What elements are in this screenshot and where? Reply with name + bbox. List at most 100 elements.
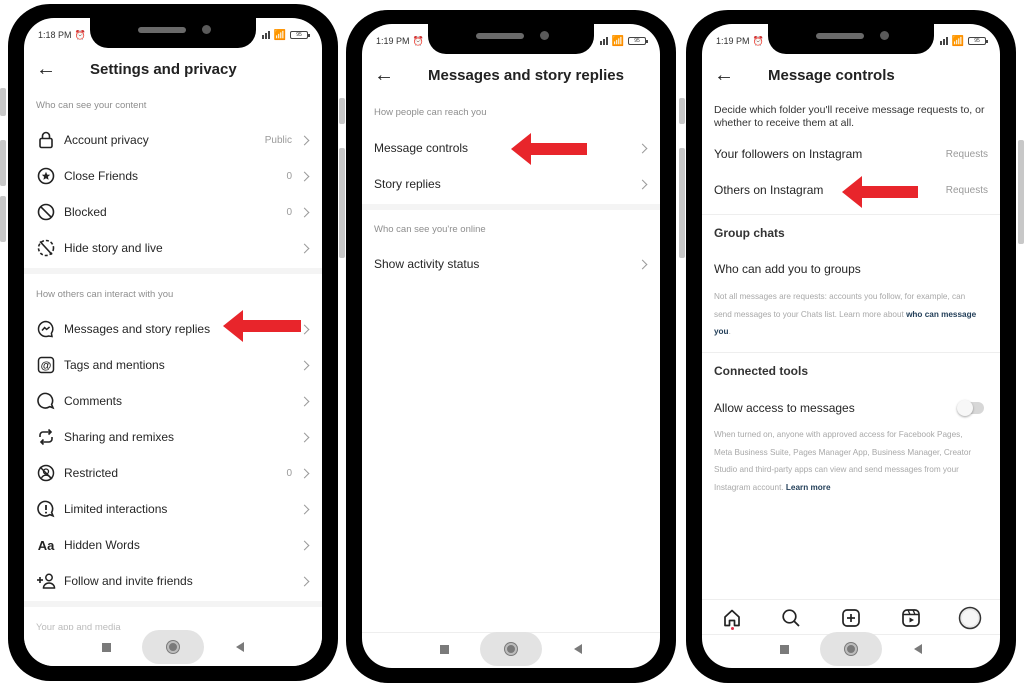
settings-item-limited-interactions[interactable]: Limited interactions — [24, 491, 322, 527]
alarm-icon: ⏰ — [752, 35, 764, 46]
page-header: ← Messages and story replies — [362, 60, 660, 90]
page-header: ← Message controls — [702, 60, 1000, 90]
blocked-icon — [36, 202, 56, 222]
back-button[interactable] — [236, 642, 244, 652]
settings-item-allow-access: Allow access to messages — [702, 390, 1000, 426]
battery-icon: 95 — [290, 31, 310, 39]
settings-item-tags-and-mentions[interactable]: @ Tags and mentions — [24, 347, 322, 383]
red-annotation-arrow — [223, 310, 301, 342]
chevron-right-icon — [299, 540, 310, 550]
signal-icon — [939, 37, 948, 45]
chevron-right-icon — [299, 171, 310, 181]
page-title: Settings and privacy — [90, 60, 237, 78]
page-header: ← Settings and privacy — [24, 54, 322, 84]
bottom-tab-bar — [702, 599, 1000, 635]
section-divider — [702, 352, 1000, 353]
connected-tools-heading: Connected tools — [714, 364, 809, 378]
group-chats-heading: Group chats — [714, 226, 785, 240]
home-button[interactable] — [167, 641, 179, 653]
back-arrow-icon[interactable]: ← — [714, 65, 734, 85]
section-divider — [362, 204, 660, 210]
recents-button[interactable] — [440, 645, 449, 654]
battery-icon: 95 — [968, 37, 988, 45]
chevron-right-icon — [299, 207, 310, 217]
item-value: Public — [264, 134, 292, 146]
settings-item-restricted[interactable]: Restricted 0 — [24, 455, 322, 491]
settings-item-comments[interactable]: Comments — [24, 383, 322, 419]
settings-item-account-privacy[interactable]: Account privacy Public — [24, 122, 322, 158]
connected-tools-note: When turned on, anyone with approved acc… — [714, 426, 982, 496]
create-post-icon[interactable] — [839, 606, 863, 630]
home-icon[interactable] — [720, 606, 744, 630]
chevron-right-icon — [299, 243, 310, 253]
phone-screen: 1:19 PM ⏰ 📶 95 ← Messages and story repli… — [362, 24, 660, 668]
section-label: How others can interact with you — [36, 289, 174, 300]
settings-item-who-can-add-you[interactable]: Who can add you to groups — [702, 251, 1000, 287]
notch — [428, 24, 594, 54]
settings-item-story-replies[interactable]: Story replies — [362, 166, 660, 202]
at-mention-icon: @ — [36, 355, 56, 375]
chevron-right-icon — [299, 135, 310, 145]
item-label: Show activity status — [374, 257, 480, 271]
recents-button[interactable] — [102, 643, 111, 652]
item-label: Comments — [64, 394, 123, 408]
phone1-side-button — [0, 196, 6, 242]
limited-interactions-icon — [36, 499, 56, 519]
item-label: Restricted — [64, 466, 119, 480]
chevron-right-icon — [637, 259, 648, 269]
red-annotation-arrow — [842, 176, 918, 208]
settings-item-sharing-and-remixes[interactable]: Sharing and remixes — [24, 419, 322, 455]
item-value: Requests — [945, 148, 988, 160]
back-arrow-icon[interactable]: ← — [374, 65, 394, 85]
wifi-icon: 📶 — [611, 35, 624, 47]
allow-access-toggle[interactable] — [957, 400, 984, 416]
close-friends-star-icon — [36, 166, 56, 186]
chevron-right-icon — [299, 468, 310, 478]
item-label: Story replies — [374, 177, 441, 191]
chevron-right-icon — [637, 179, 648, 189]
home-button[interactable] — [845, 643, 857, 655]
status-time: 1:19 PM — [716, 36, 750, 46]
alarm-icon: ⏰ — [412, 35, 424, 46]
section-label: Who can see you're online — [374, 224, 486, 235]
phone2-side-button — [339, 98, 345, 124]
back-arrow-icon[interactable]: ← — [36, 59, 56, 79]
settings-item-show-activity-status[interactable]: Show activity status — [362, 246, 660, 282]
settings-item-hide-story[interactable]: Hide story and live — [24, 230, 322, 266]
profile-avatar[interactable] — [958, 606, 982, 630]
svg-text:@: @ — [41, 360, 52, 372]
phone3-side-button — [679, 98, 685, 124]
note-end: . — [728, 327, 731, 336]
back-button[interactable] — [914, 644, 922, 654]
settings-item-follow-and-invite-friends[interactable]: Follow and invite friends — [24, 563, 322, 599]
reels-icon[interactable] — [899, 606, 923, 630]
page-description: Decide which folder you'll receive messa… — [714, 104, 985, 129]
settings-item-your-followers[interactable]: Your followers on Instagram Requests — [702, 136, 1000, 172]
item-label: Messages and story replies — [64, 322, 211, 336]
chevron-right-icon — [299, 396, 310, 406]
learn-more-link[interactable]: Learn more — [786, 483, 831, 492]
home-button[interactable] — [505, 643, 517, 655]
item-label: Your followers on Instagram — [714, 147, 863, 161]
phone-messages-and-story-replies: 1:19 PM ⏰ 📶 95 ← Messages and story repli… — [346, 10, 676, 683]
settings-item-blocked[interactable]: Blocked 0 — [24, 194, 322, 230]
section-divider — [24, 601, 322, 607]
settings-item-hidden-words[interactable]: Aa Hidden Words — [24, 527, 322, 563]
hide-story-icon — [36, 238, 56, 258]
chevron-right-icon — [299, 432, 310, 442]
item-label: Hidden Words — [64, 538, 140, 552]
wifi-icon: 📶 — [273, 29, 286, 41]
phone-message-controls: 1:19 PM ⏰ 📶 95 ← Message controls Decide … — [686, 10, 1016, 683]
item-value: 0 — [286, 206, 292, 218]
recents-button[interactable] — [780, 645, 789, 654]
item-label: Limited interactions — [64, 502, 168, 516]
search-icon[interactable] — [779, 606, 803, 630]
chevron-right-icon — [299, 576, 310, 586]
status-time: 1:19 PM — [376, 36, 410, 46]
phone3-power-button — [1018, 140, 1024, 244]
settings-item-close-friends[interactable]: Close Friends 0 — [24, 158, 322, 194]
item-label: Allow access to messages — [714, 401, 855, 415]
red-annotation-arrow — [511, 133, 587, 165]
back-button[interactable] — [574, 644, 582, 654]
chevron-right-icon — [299, 360, 310, 370]
